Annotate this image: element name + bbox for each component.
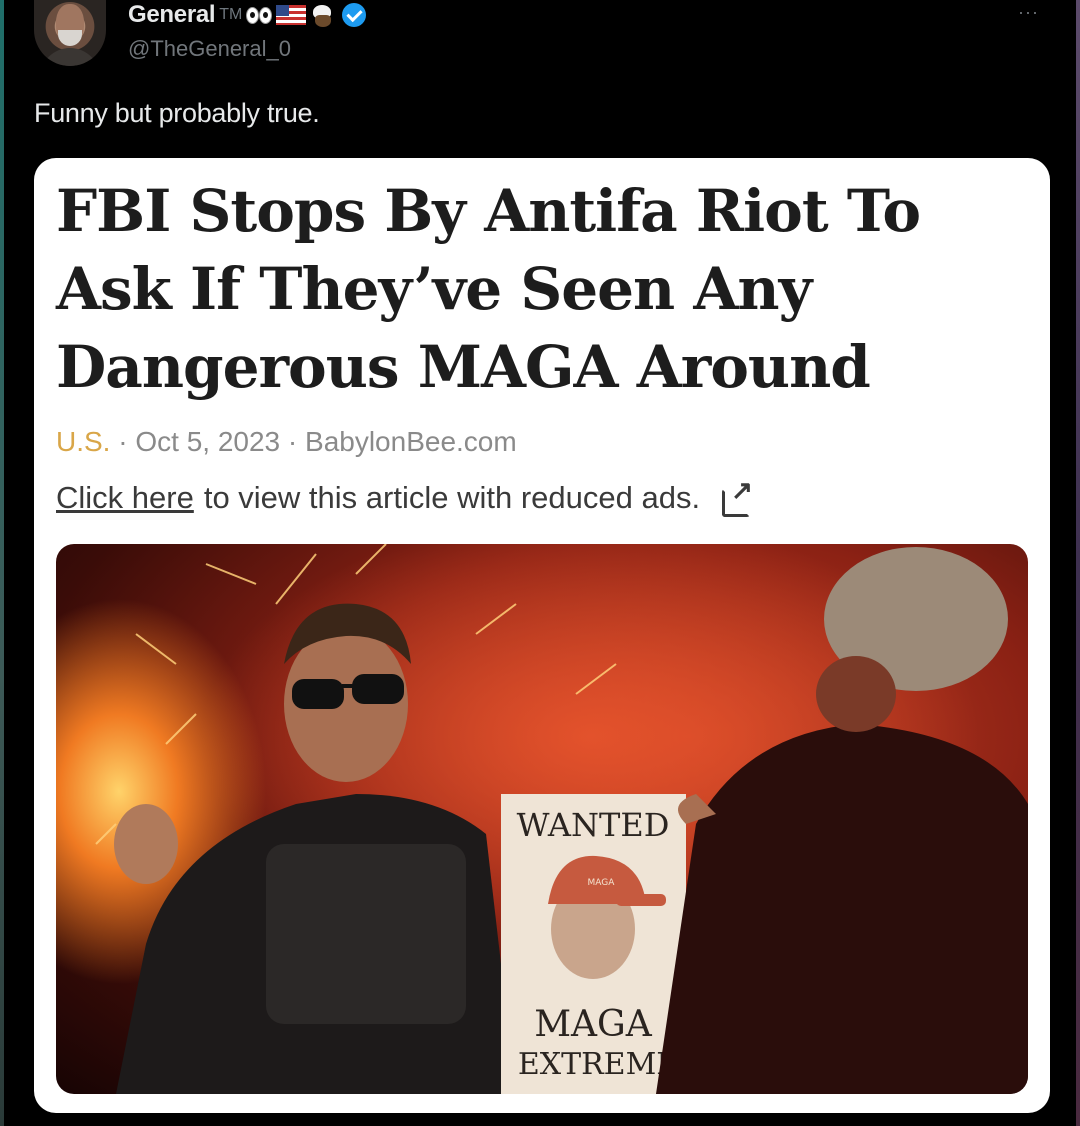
article-category[interactable]: U.S. (56, 426, 110, 457)
click-here-link[interactable]: Click here (56, 480, 194, 516)
poster-extremist-text: EXTREMI (518, 1047, 668, 1082)
article-date: Oct 5, 2023 (135, 426, 281, 457)
meta-separator: · (287, 426, 298, 457)
article-meta: U.S. · Oct 5, 2023 · BabylonBee.com (56, 426, 517, 458)
wanted-poster: WANTED MAGA MAGA EXTREMI (501, 794, 686, 1094)
eagle-icon (310, 3, 336, 27)
us-flag-icon (276, 5, 307, 25)
meta-separator: · (118, 426, 128, 457)
avatar[interactable] (34, 0, 106, 66)
poster-wanted-text: WANTED (517, 806, 670, 844)
reduced-ads-line: Click here to view this article with red… (56, 475, 753, 517)
poster-maga-text: MAGA (534, 1004, 653, 1045)
officer-hand (114, 804, 178, 884)
author-display-name[interactable]: General (128, 1, 216, 29)
eyes-icon (246, 6, 273, 24)
external-link-icon[interactable] (722, 475, 753, 517)
article-image-scene: WANTED MAGA MAGA EXTREMI (56, 544, 1028, 1094)
author-tm-mark: TM (219, 6, 243, 23)
window-edge-right (1076, 0, 1080, 1126)
post-text: Funny but probably true. (34, 98, 320, 128)
author-handle[interactable]: @TheGeneral_0 (128, 36, 291, 62)
article-source: BabylonBee.com (305, 426, 517, 457)
link-card[interactable]: FBI Stops By Antifa Riot To Ask If They’… (34, 158, 1050, 1113)
article-headline[interactable]: FBI Stops By Antifa Riot To Ask If They’… (56, 172, 1016, 406)
reduced-ads-text: to view this article with reduced ads. (203, 480, 701, 515)
sunglasses-icon (292, 679, 344, 709)
article-image[interactable]: WANTED MAGA MAGA EXTREMI (56, 544, 1028, 1094)
tactical-vest (266, 844, 466, 1024)
author-name-row[interactable]: General TM (128, 1, 367, 29)
verified-icon[interactable] (342, 3, 367, 27)
window-edge-left (0, 0, 4, 1126)
poster-cap-text: MAGA (588, 878, 616, 888)
more-options-icon[interactable]: ··· (1018, 2, 1039, 23)
